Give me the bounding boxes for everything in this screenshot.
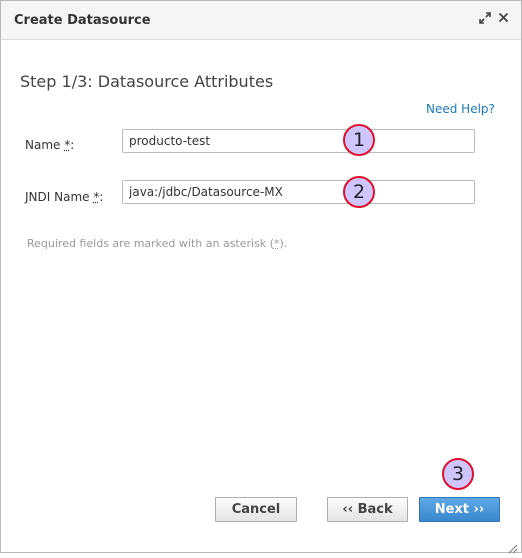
note-text-after: ). xyxy=(279,237,288,250)
label-colon: : xyxy=(70,138,75,152)
callout-2: 2 xyxy=(343,176,375,208)
name-label: Name *: xyxy=(25,138,74,152)
name-label-text: Name xyxy=(25,138,61,152)
close-icon[interactable] xyxy=(498,12,509,27)
jndi-label-text: JNDI Name xyxy=(25,190,90,204)
back-button[interactable]: ‹‹ Back xyxy=(327,497,408,522)
dialog-title: Create Datasource xyxy=(14,13,151,28)
next-button[interactable]: Next ›› xyxy=(419,497,500,522)
name-input[interactable] xyxy=(122,129,475,153)
jndi-name-label: JNDI Name *: xyxy=(25,190,103,204)
required-fields-note: Required fields are marked with an aster… xyxy=(27,237,287,250)
resize-grip-icon[interactable] xyxy=(508,539,518,554)
need-help-link[interactable]: Need Help? xyxy=(426,102,495,116)
cancel-button[interactable]: Cancel xyxy=(215,497,297,522)
dialog-titlebar[interactable]: Create Datasource xyxy=(1,1,521,40)
maximize-icon[interactable] xyxy=(479,12,491,28)
jndi-name-input[interactable] xyxy=(122,180,475,204)
callout-3: 3 xyxy=(442,458,474,490)
step-title: Step 1/3: Datasource Attributes xyxy=(20,72,274,91)
create-datasource-dialog: Create Datasource Step 1/3: Datasource A… xyxy=(0,0,522,554)
note-text-before: Required fields are marked with an aster… xyxy=(27,237,274,250)
label-colon: : xyxy=(99,190,104,204)
callout-1: 1 xyxy=(343,124,375,156)
